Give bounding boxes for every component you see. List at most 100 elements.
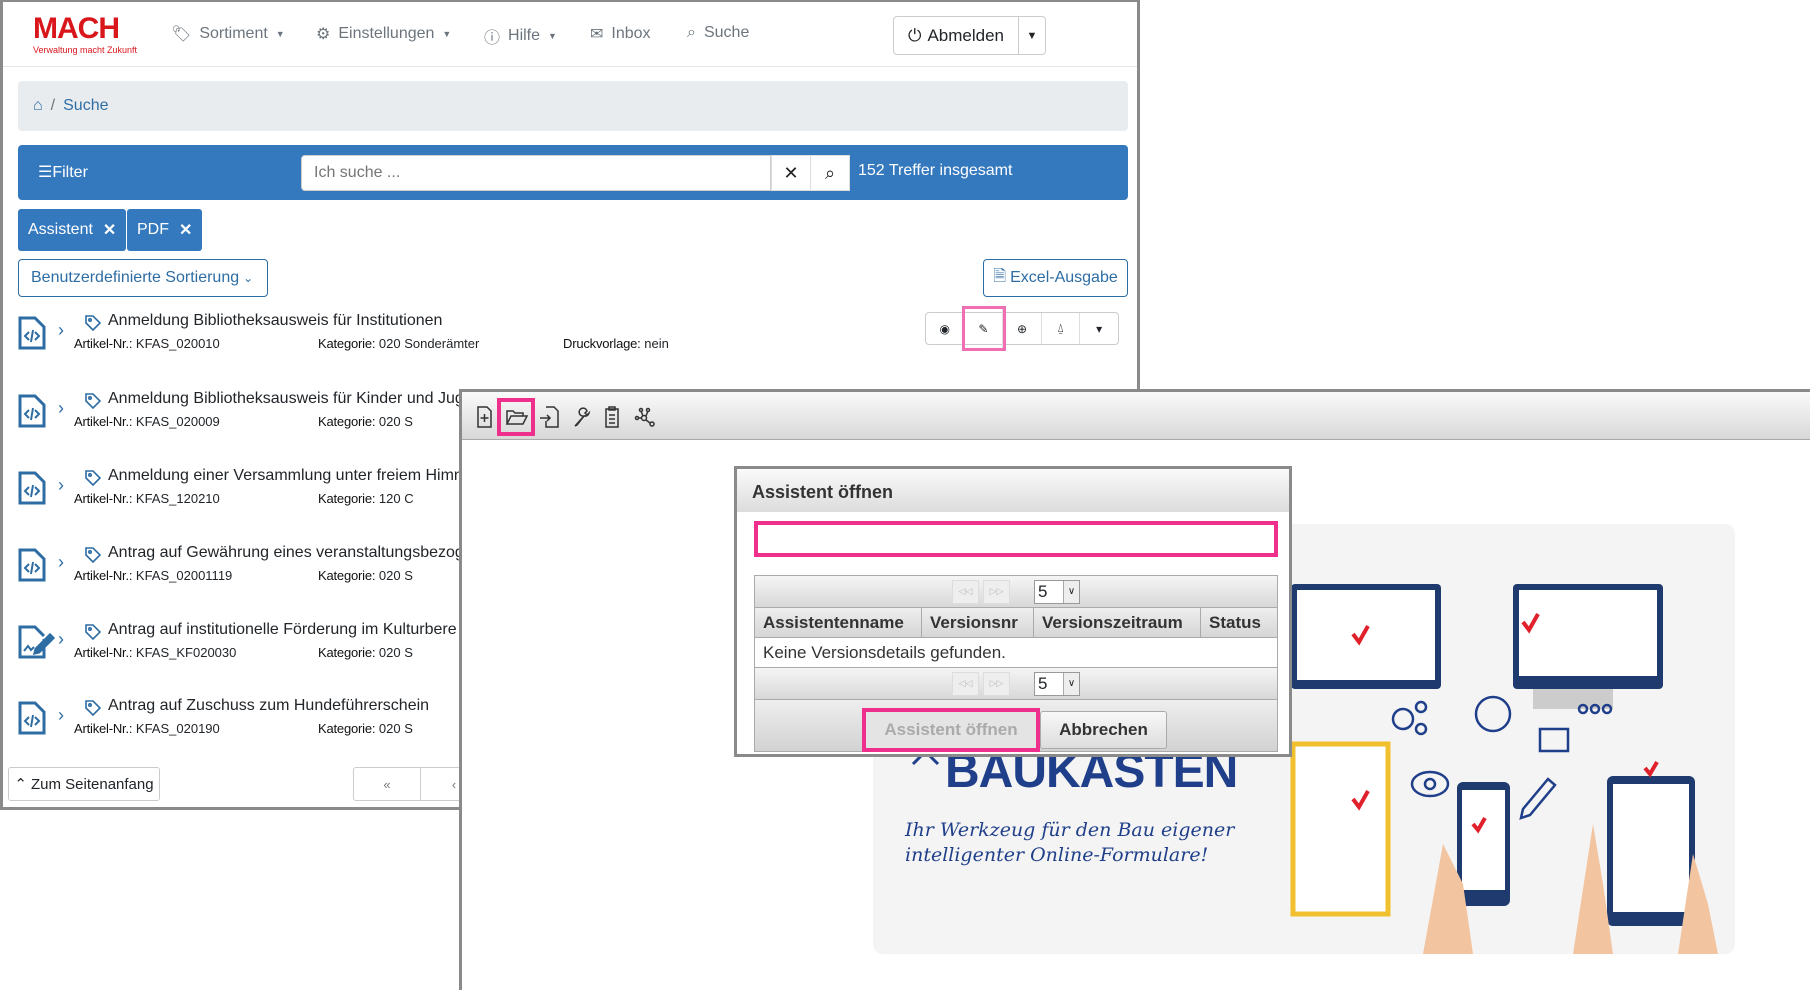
nav-suche[interactable]: ⌕ Suche [687, 24, 749, 42]
remove-tag-icon[interactable]: ✕ [179, 220, 192, 240]
search-icon: ⌕ [687, 24, 696, 41]
nav-label: Inbox [611, 25, 651, 42]
col-status[interactable]: Status [1201, 608, 1277, 637]
page-size-value: 5 [1038, 673, 1048, 693]
next-page-button[interactable]: ▷▷ [983, 671, 1010, 696]
next-page-button[interactable]: ▷▷ [983, 579, 1010, 604]
chevron-right-icon[interactable]: › [58, 320, 64, 341]
result-title[interactable]: Anmeldung Bibliotheksausweis für Institu… [108, 312, 442, 330]
kat-label: Kategorie: [318, 645, 376, 660]
pencil-icon[interactable]: ✎ [961, 306, 1007, 351]
col-versionsnr[interactable]: Versionsnr [922, 608, 1034, 637]
logout-button-group: ⏻ Abmelden ▼ [893, 16, 1046, 55]
kat-label: Kategorie: [318, 491, 376, 506]
question-icon: ⓘ [484, 30, 501, 47]
artnr-value: KFAS_KF020030 [135, 645, 237, 660]
col-versionszeitraum[interactable]: Versionszeitraum [1034, 608, 1201, 637]
power-icon: ⏻ [907, 25, 922, 45]
tag-icon [84, 623, 102, 646]
tag-icon [84, 699, 102, 722]
druck-label: Druckvorlage: [563, 336, 641, 351]
filter-tag-assistent[interactable]: Assistent ✕ [18, 209, 127, 251]
cancel-button[interactable]: Abbrechen [1040, 711, 1167, 749]
category: Kategorie: 020 S [318, 721, 413, 736]
tag-icon [84, 546, 102, 569]
open-folder-icon[interactable] [505, 410, 529, 425]
chevron-right-icon[interactable]: › [58, 629, 64, 650]
tag-icon [84, 392, 102, 415]
search-input[interactable] [301, 155, 771, 191]
kat-label: Kategorie: [318, 414, 376, 429]
nav-sortiment[interactable]: 🏷︎ Sortiment ▼ [171, 24, 285, 44]
mach-logo[interactable]: MACH Verwaltung macht Zukunft [33, 14, 137, 56]
sort-label: Benutzerdefinierte Sortierung [31, 269, 240, 286]
open-assistant-button[interactable]: Assistent öffnen [862, 708, 1040, 752]
chevron-right-icon[interactable]: › [58, 552, 64, 573]
scroll-to-top-button[interactable]: ⌃ Zum Seitenanfang [8, 767, 160, 801]
artnr-label: Artikel-Nr.: [74, 568, 133, 583]
artnr-value: KFAS_120210 [135, 491, 220, 506]
prev-page-button[interactable]: ◁◁ [952, 671, 979, 696]
category: Kategorie: 020 S [318, 568, 413, 583]
globe-icon[interactable]: ⊕ [1003, 313, 1042, 344]
logout-dropdown-toggle[interactable]: ▼ [1019, 17, 1045, 54]
empty-message: Keine Versionsdetails gefunden. [755, 638, 1277, 668]
remove-tag-icon[interactable]: ✕ [103, 220, 116, 240]
kat-value: 020 S [378, 568, 413, 583]
article-number: Artikel-Nr.: KFAS_02001119 [74, 568, 232, 583]
page-size-select[interactable]: 5 ∨ [1034, 579, 1080, 604]
breadcrumb-current[interactable]: Suche [63, 97, 108, 115]
artnr-label: Artikel-Nr.: [74, 414, 133, 429]
nav-hilfe[interactable]: ⓘ Hilfe ▼ [484, 24, 557, 48]
category: Kategorie: 020 S [318, 414, 413, 429]
result-title[interactable]: Antrag auf Gewährung eines veranstaltung… [108, 544, 464, 562]
prev-page-button[interactable]: ◁◁ [952, 579, 979, 604]
excel-label: Excel-Ausgabe [1010, 269, 1118, 286]
nav-label: Sortiment [199, 25, 268, 42]
import-icon[interactable] [540, 406, 559, 428]
result-title[interactable]: Anmeldung Bibliotheksausweis für Kinder … [108, 390, 464, 408]
sort-dropdown[interactable]: Benutzerdefinierte Sortierung ⌄ [18, 259, 268, 297]
chevron-right-icon[interactable]: › [58, 398, 64, 419]
clear-search-button[interactable]: ✕ [771, 155, 811, 191]
caret-icon[interactable]: ▾ [1080, 313, 1118, 344]
result-title[interactable]: Anmeldung einer Versammlung unter freiem… [108, 467, 463, 485]
article-number: Artikel-Nr.: KFAS_020190 [74, 721, 220, 736]
article-number: Artikel-Nr.: KFAS_KF020030 [74, 645, 236, 660]
nav-einstellungen[interactable]: ⚙ Einstellungen ▼ [316, 24, 451, 44]
kat-label: Kategorie: [318, 721, 376, 736]
chevron-right-icon[interactable]: › [58, 475, 64, 496]
result-title[interactable]: Antrag auf Zuschuss zum Hundeführerschei… [108, 697, 429, 715]
assistant-search-input[interactable] [754, 521, 1278, 557]
logout-button[interactable]: ⏻ Abmelden [894, 17, 1019, 54]
artnr-value: KFAS_020010 [135, 336, 220, 351]
code-file-icon [18, 471, 46, 510]
stamp-icon[interactable]: ⍙ [1042, 313, 1081, 344]
tag-icon [84, 314, 102, 337]
versions-table: ◁◁ ▷▷ 5 ∨ Assistentenname Versionsnr Versi… [754, 575, 1278, 752]
row-actions: ◉ ✎ ⊕ ⍙ ▾ [925, 306, 1119, 351]
home-icon[interactable]: ⌂ [33, 97, 43, 115]
new-file-icon[interactable] [477, 406, 492, 428]
page-size-select[interactable]: 5 ∨ [1034, 671, 1080, 696]
wrench-icon[interactable] [574, 407, 591, 427]
nav-inbox[interactable]: ✉ Inbox [590, 24, 651, 44]
kat-value: 020 Sonderämter [378, 336, 480, 351]
col-assistentenname[interactable]: Assistentenname [755, 608, 922, 637]
artnr-label: Artikel-Nr.: [74, 491, 133, 506]
first-page-button[interactable]: « [354, 768, 421, 800]
graph-icon[interactable] [634, 407, 655, 427]
caret-down-icon: ▼ [275, 29, 285, 39]
filter-toggle[interactable]: ☰Filter [38, 162, 88, 182]
print-template: Druckvorlage: nein [563, 336, 669, 351]
chevron-right-icon[interactable]: › [58, 705, 64, 726]
breadcrumb: ⌂ / Suche [18, 81, 1128, 131]
filter-tag-pdf[interactable]: PDF ✕ [127, 209, 203, 251]
eye-icon[interactable]: ◉ [926, 313, 965, 344]
clipboard-icon[interactable] [605, 406, 619, 428]
logout-label: Abmelden [927, 25, 1004, 45]
excel-export-button[interactable]: 🗎 Excel-Ausgabe [983, 259, 1128, 297]
search-button[interactable]: ⌕ [810, 155, 850, 191]
article-number: Artikel-Nr.: KFAS_020009 [74, 414, 220, 429]
result-title[interactable]: Antrag auf institutionelle Förderung im … [108, 621, 457, 639]
